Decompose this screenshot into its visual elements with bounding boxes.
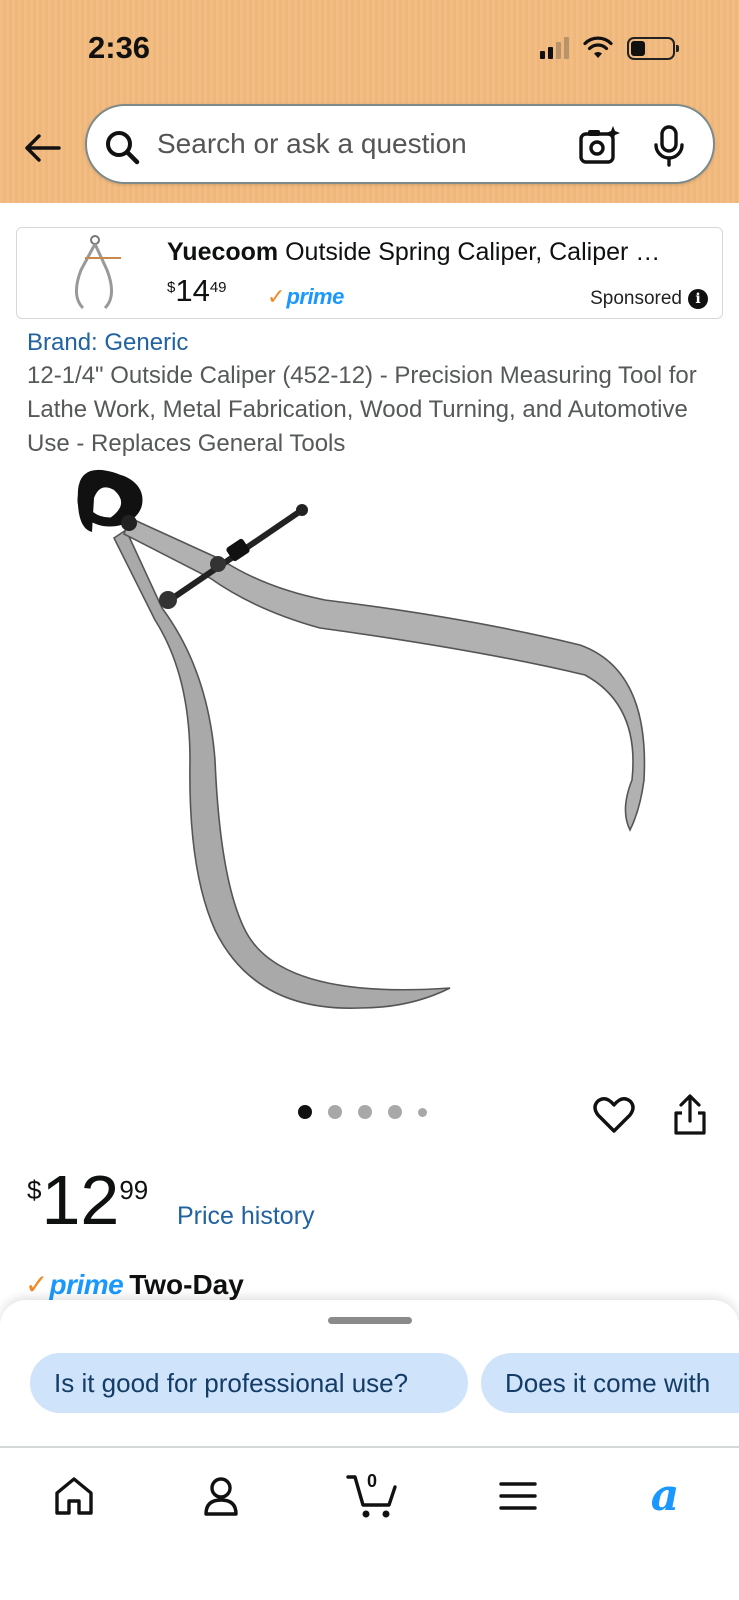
heart-icon — [593, 1097, 635, 1133]
sponsored-price: $ 14 49 — [167, 273, 227, 308]
nav-account[interactable] — [193, 1468, 249, 1524]
product-image[interactable] — [40, 460, 680, 1040]
bottom-navigation: 0 a — [0, 1446, 739, 1600]
person-icon — [204, 1477, 238, 1516]
price-history-link[interactable]: Price history — [177, 1202, 315, 1231]
prime-badge: ✓ prime — [267, 284, 344, 310]
nav-rufus[interactable]: a — [637, 1468, 693, 1524]
arrow-left-icon — [25, 134, 61, 162]
carousel-dot[interactable] — [328, 1105, 342, 1119]
nav-home[interactable] — [46, 1468, 102, 1524]
search-icon — [106, 131, 140, 165]
delivery-info: ✓ prime Two-Day — [25, 1268, 244, 1301]
home-icon — [55, 1477, 93, 1515]
app-header: 2:36 — [0, 0, 739, 203]
carousel-dot[interactable] — [298, 1105, 312, 1119]
microphone-icon[interactable] — [651, 124, 687, 168]
status-icons — [540, 36, 679, 60]
price-whole: 12 — [41, 1161, 120, 1239]
sponsored-price-currency: $ — [167, 279, 176, 296]
status-time: 2:36 — [88, 30, 151, 65]
sponsored-brand: Yuecoom — [167, 238, 279, 266]
sponsored-label[interactable]: Sponsored i — [590, 288, 708, 310]
info-icon[interactable]: i — [688, 289, 708, 309]
nav-cart[interactable]: 0 — [344, 1468, 400, 1524]
price-currency: $ — [27, 1175, 42, 1205]
price-fraction: 99 — [119, 1175, 149, 1205]
hamburger-menu-icon — [499, 1482, 537, 1510]
product-title: 12-1/4" Outside Caliper (452-12) - Preci… — [27, 362, 697, 457]
carousel-dot[interactable] — [358, 1105, 372, 1119]
carousel-dot[interactable] — [418, 1107, 427, 1117]
prime-check-icon: ✓ — [267, 284, 286, 309]
delivery-speed: Two-Day — [129, 1268, 244, 1300]
brand-link[interactable]: Brand: Generic — [27, 329, 188, 357]
back-button[interactable] — [18, 124, 66, 172]
sponsored-product-banner[interactable]: Yuecoom Outside Spring Caliper, Caliper … — [16, 227, 723, 319]
wifi-icon — [583, 36, 613, 58]
sponsored-title[interactable]: Yuecoom Outside Spring Caliper, Caliper … — [167, 238, 697, 267]
sponsored-text: Sponsored — [590, 288, 682, 309]
cart-count: 0 — [366, 1471, 377, 1491]
share-icon — [674, 1094, 706, 1135]
wishlist-button[interactable] — [592, 1093, 636, 1137]
battery-icon — [627, 36, 679, 60]
rufus-ai-icon: a — [650, 1470, 680, 1521]
share-button[interactable] — [668, 1093, 712, 1137]
sponsored-title-text: Outside Spring Caliper, Caliper … — [278, 238, 661, 266]
carousel-dot[interactable] — [388, 1105, 402, 1119]
nav-menu[interactable] — [490, 1468, 546, 1524]
sheet-grabber[interactable] — [328, 1317, 412, 1324]
suggestion-chip[interactable]: Is it good for professional use? — [30, 1353, 468, 1413]
camera-sparkle-icon[interactable] — [577, 124, 621, 168]
sponsored-price-whole: 14 — [175, 273, 210, 308]
rufus-suggestion-sheet: Is it good for professional use? Does it… — [0, 1300, 739, 1446]
search-bar[interactable] — [85, 104, 715, 184]
product-price: $ 12 99 — [27, 1165, 148, 1235]
prime-logo: prime — [286, 284, 344, 309]
prime-logo: prime — [49, 1268, 124, 1300]
caliper-thumbnail — [75, 235, 121, 310]
search-input[interactable] — [157, 124, 537, 164]
prime-check-icon: ✓ — [25, 1269, 49, 1300]
sponsored-price-fraction: 49 — [209, 279, 227, 296]
image-carousel-indicator[interactable] — [298, 1105, 427, 1119]
cellular-signal-icon — [540, 37, 569, 59]
suggestion-chip[interactable]: Does it come with — [481, 1353, 739, 1413]
